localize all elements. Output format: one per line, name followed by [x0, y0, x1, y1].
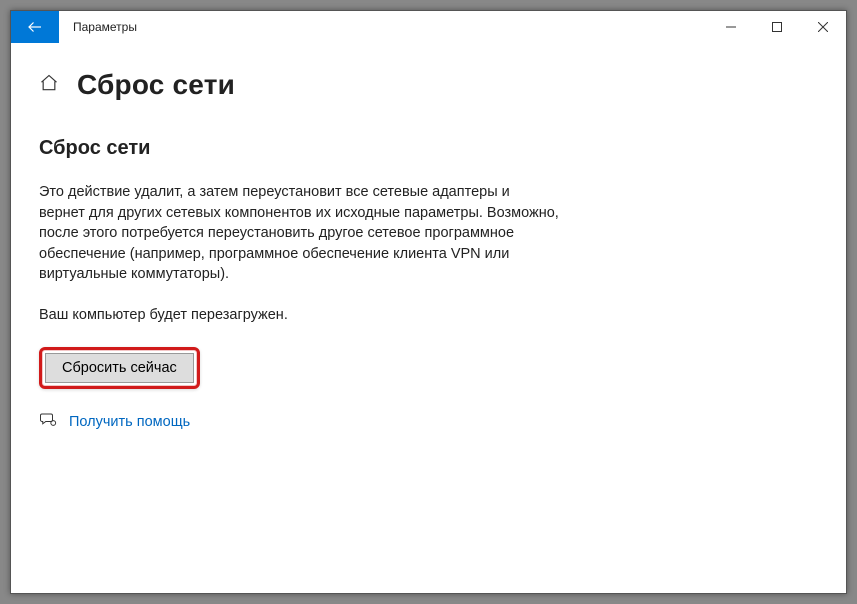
close-button[interactable] [800, 11, 846, 43]
page-heading-row: Сброс сети [39, 69, 818, 101]
section-title: Сброс сети [39, 137, 818, 160]
page-title: Сброс сети [77, 69, 235, 101]
settings-window: Параметры Сброс сети Сброс сети [10, 10, 847, 594]
back-button[interactable] [11, 11, 59, 43]
help-chat-icon [39, 411, 57, 434]
arrow-left-icon [26, 18, 44, 36]
maximize-icon [772, 22, 782, 32]
app-title: Параметры [59, 11, 137, 43]
close-icon [818, 22, 828, 32]
home-icon[interactable] [39, 73, 59, 98]
reset-now-button[interactable]: Сбросить сейчас [45, 353, 194, 383]
window-controls [708, 11, 846, 43]
minimize-button[interactable] [708, 11, 754, 43]
title-bar: Параметры [11, 11, 846, 43]
maximize-button[interactable] [754, 11, 800, 43]
minimize-icon [726, 22, 736, 32]
highlight-annotation: Сбросить сейчас [39, 347, 200, 389]
restart-notice: Ваш компьютер будет перезагружен. [39, 307, 818, 323]
help-row: Получить помощь [39, 411, 818, 434]
description-text: Это действие удалит, а затем переустанов… [39, 182, 559, 285]
get-help-link[interactable]: Получить помощь [69, 414, 190, 430]
content-area: Сброс сети Сброс сети Это действие удали… [11, 43, 846, 454]
